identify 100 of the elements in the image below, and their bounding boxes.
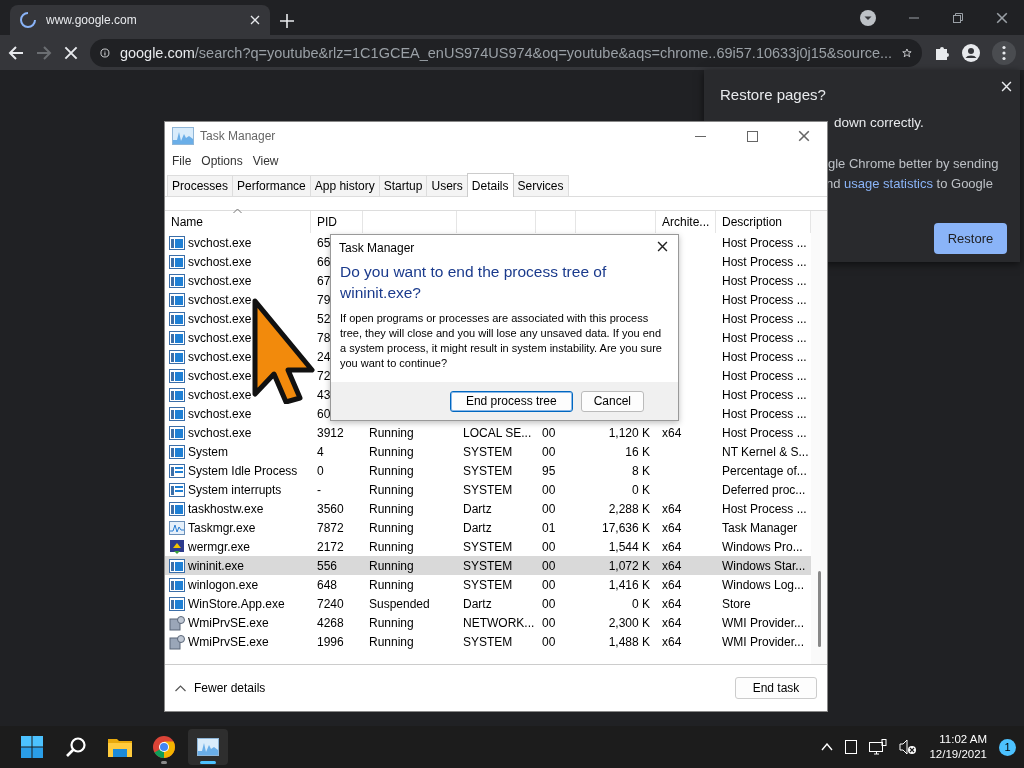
table-cell: Host Process ... xyxy=(722,292,807,307)
table-cell: 72 xyxy=(317,368,331,383)
table-cell: x64 xyxy=(662,615,682,630)
table-cell: 4268 xyxy=(317,615,344,630)
popup-message: down correctly. xyxy=(834,115,924,130)
table-cell: Host Process ... xyxy=(722,368,807,383)
table-cell: 8 K xyxy=(632,463,650,478)
table-cell: 00 xyxy=(542,558,556,573)
table-cell: Windows Log... xyxy=(722,577,805,592)
table-cell: 00 xyxy=(542,501,556,516)
table-cell: 556 xyxy=(317,558,338,573)
table-cell: x64 xyxy=(662,558,682,573)
table-cell: Host Process ... xyxy=(722,425,807,440)
table-cell: 78 xyxy=(317,330,331,345)
table-cell: Running xyxy=(369,501,414,516)
process-name: svchost.exe xyxy=(188,387,252,402)
table-cell: Host Process ... xyxy=(722,349,807,364)
table-cell: 65 xyxy=(317,235,331,250)
popup-text: gle Chrome better by sending xyxy=(828,156,999,171)
table-cell: 00 xyxy=(542,596,556,611)
process-name: svchost.exe xyxy=(188,292,252,307)
table-cell: Dartz xyxy=(463,520,492,535)
table-cell: 1996 xyxy=(317,634,344,649)
table-cell: 3560 xyxy=(317,501,344,516)
table-cell: SYSTEM xyxy=(463,558,513,573)
table-cell: 2172 xyxy=(317,539,344,554)
table-cell: 00 xyxy=(542,634,556,649)
table-cell: 0 K xyxy=(632,482,650,497)
table-cell: 24 xyxy=(317,349,331,364)
table-cell: x64 xyxy=(662,501,682,516)
table-cell: Host Process ... xyxy=(722,501,807,516)
table-cell: 52 xyxy=(317,311,331,326)
table-cell: 00 xyxy=(542,615,556,630)
table-cell: x64 xyxy=(662,596,682,611)
table-cell: - xyxy=(317,482,321,497)
table-cell: SYSTEM xyxy=(463,539,513,554)
table-cell: Dartz xyxy=(463,596,492,611)
table-cell: 95 xyxy=(542,463,556,478)
process-name: winlogon.exe xyxy=(188,577,259,592)
table-cell: 7872 xyxy=(317,520,344,535)
process-name: svchost.exe xyxy=(188,254,252,269)
table-cell: SYSTEM xyxy=(463,463,513,478)
table-cell: 2,288 K xyxy=(608,501,650,516)
table-cell: 79 xyxy=(317,292,331,307)
table-cell: Running xyxy=(369,539,414,554)
table-cell: Host Process ... xyxy=(722,311,807,326)
table-cell: 0 xyxy=(317,463,324,478)
table-cell: 0 K xyxy=(632,596,650,611)
table-cell: 3912 xyxy=(317,425,344,440)
table-cell: 66 xyxy=(317,254,331,269)
table-cell: x64 xyxy=(662,425,682,440)
table-cell: 4 xyxy=(317,444,324,459)
process-name: Taskmgr.exe xyxy=(188,520,256,535)
table-cell: Host Process ... xyxy=(722,235,807,250)
table-cell: Percentage of... xyxy=(722,463,807,478)
table-cell: Host Process ... xyxy=(722,387,807,402)
table-cell: WMI Provider... xyxy=(722,615,804,630)
table-cell: NETWORK... xyxy=(463,615,535,630)
table-cell: Running xyxy=(369,425,414,440)
table-cell: Running xyxy=(369,634,414,649)
table-cell: 1,488 K xyxy=(608,634,650,649)
table-cell: Running xyxy=(369,444,414,459)
table-cell: x64 xyxy=(662,539,682,554)
table-cell: Running xyxy=(369,615,414,630)
table-cell: 2,300 K xyxy=(608,615,650,630)
table-cell: SYSTEM xyxy=(463,634,513,649)
process-name: svchost.exe xyxy=(188,273,252,288)
table-cell: 00 xyxy=(542,577,556,592)
table-cell: 1,072 K xyxy=(608,558,650,573)
process-name: WmiPrvSE.exe xyxy=(188,634,269,649)
process-name: WinStore.App.exe xyxy=(188,596,285,611)
table-cell: Dartz xyxy=(463,501,492,516)
table-cell: Running xyxy=(369,463,414,478)
dialog-heading: Do you want to end the process tree of wininit.exe? xyxy=(340,262,608,303)
table-cell: Suspended xyxy=(369,596,430,611)
process-name: System Idle Process xyxy=(188,463,298,478)
table-cell: Running xyxy=(369,482,414,497)
process-name: wermgr.exe xyxy=(188,539,251,554)
process-name: svchost.exe xyxy=(188,330,252,345)
table-cell: Host Process ... xyxy=(722,254,807,269)
table-cell: LOCAL SE... xyxy=(463,425,532,440)
table-cell: Task Manager xyxy=(722,520,798,535)
table-cell: 01 xyxy=(542,520,556,535)
table-cell: Store xyxy=(722,596,751,611)
window-title: Task Manager xyxy=(200,129,276,143)
table-cell: 67 xyxy=(317,273,331,288)
table-cell: 17,636 K xyxy=(601,520,650,535)
table-cell: Deferred proc... xyxy=(722,482,806,497)
table-cell: Running xyxy=(369,558,414,573)
table-cell: 00 xyxy=(542,539,556,554)
table-cell: 00 xyxy=(542,425,556,440)
table-cell: Host Process ... xyxy=(722,406,807,421)
table-cell: 1,416 K xyxy=(608,577,650,592)
process-name: taskhostw.exe xyxy=(188,501,264,516)
process-name: svchost.exe xyxy=(188,406,252,421)
table-cell: 00 xyxy=(542,444,556,459)
table-cell: Host Process ... xyxy=(722,273,807,288)
process-name: svchost.exe xyxy=(188,425,252,440)
table-cell: SYSTEM xyxy=(463,444,513,459)
process-name: svchost.exe xyxy=(188,235,252,250)
